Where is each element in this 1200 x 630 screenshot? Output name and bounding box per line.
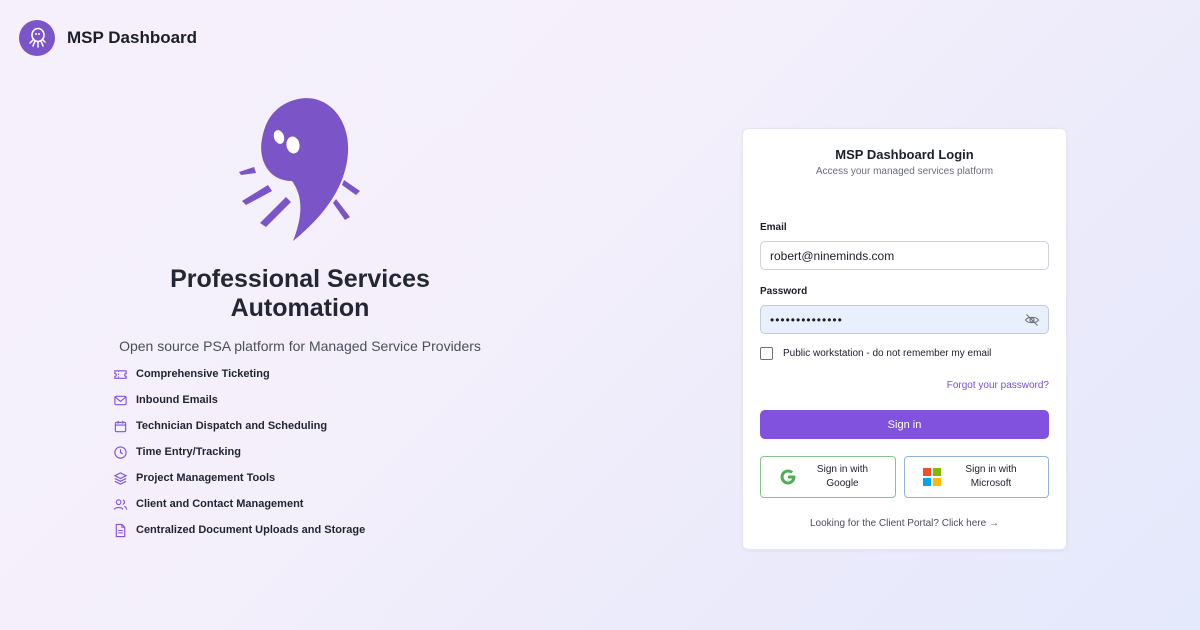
feature-label: Client and Contact Management xyxy=(136,498,304,510)
document-icon xyxy=(112,522,128,538)
feature-label: Centralized Document Uploads and Storage xyxy=(136,524,366,536)
feature-item: Centralized Document Uploads and Storage xyxy=(112,517,365,543)
microsoft-sign-in-button[interactable]: Sign in with Microsoft xyxy=(904,456,1049,498)
feature-item: Project Management Tools xyxy=(112,465,365,491)
hero-title-line2: Automation xyxy=(230,294,370,322)
password-label: Password xyxy=(760,286,808,297)
hero-subtitle: Open source PSA platform for Managed Ser… xyxy=(119,338,481,354)
feature-item: Technician Dispatch and Scheduling xyxy=(112,413,365,439)
octopus-logo-icon xyxy=(19,20,55,56)
feature-label: Technician Dispatch and Scheduling xyxy=(136,420,328,432)
google-sign-in-button[interactable]: Sign in with Google xyxy=(760,456,896,498)
eye-off-icon[interactable] xyxy=(1024,312,1040,328)
feature-label: Comprehensive Ticketing xyxy=(136,368,270,380)
login-title: MSP Dashboard Login xyxy=(835,147,974,162)
client-portal-link[interactable]: Looking for the Client Portal? Click her… xyxy=(743,518,1066,529)
clock-icon xyxy=(112,444,128,460)
google-icon xyxy=(778,467,798,487)
feature-label: Inbound Emails xyxy=(136,394,218,406)
feature-list: Comprehensive Ticketing Inbound Emails T… xyxy=(112,361,365,543)
google-sign-in-label: Sign in with Google xyxy=(798,463,895,491)
feature-item: Client and Contact Management xyxy=(112,491,365,517)
users-icon xyxy=(112,496,128,512)
feature-item: Inbound Emails xyxy=(112,387,365,413)
google-label-line2: Google xyxy=(826,478,859,489)
email-field[interactable]: robert@nineminds.com xyxy=(760,241,1049,270)
feature-item: Comprehensive Ticketing xyxy=(112,361,365,387)
password-value: •••••••••••••• xyxy=(770,312,843,327)
email-label: Email xyxy=(760,222,787,233)
microsoft-label-line2: Microsoft xyxy=(970,478,1012,489)
public-workstation-checkbox[interactable] xyxy=(760,347,773,360)
layers-icon xyxy=(112,470,128,486)
hero-title: Professional Services Automation xyxy=(100,265,500,323)
sign-in-button[interactable]: Sign in xyxy=(760,410,1049,439)
microsoft-label-line1: Sign in with xyxy=(965,464,1017,475)
public-workstation-label: Public workstation - do not remember my … xyxy=(783,348,992,359)
octopus-mascot-icon xyxy=(239,98,360,241)
feature-item: Time Entry/Tracking xyxy=(112,439,365,465)
feature-label: Project Management Tools xyxy=(136,472,276,484)
ticket-icon xyxy=(112,366,128,382)
feature-label: Time Entry/Tracking xyxy=(136,446,241,458)
forgot-password-link[interactable]: Forgot your password? xyxy=(947,380,1049,391)
microsoft-sign-in-label: Sign in with Microsoft xyxy=(942,463,1048,491)
microsoft-icon xyxy=(922,467,942,487)
brand-header: MSP Dashboard xyxy=(19,20,197,56)
calendar-icon xyxy=(112,418,128,434)
hero-title-line1: Professional Services xyxy=(170,265,430,293)
login-card: MSP Dashboard Login Access your managed … xyxy=(742,128,1067,550)
password-field[interactable]: •••••••••••••• xyxy=(760,305,1049,334)
login-subtitle: Access your managed services platform xyxy=(815,166,994,177)
mail-icon xyxy=(112,392,128,408)
brand-name: MSP Dashboard xyxy=(67,28,198,47)
google-label-line1: Sign in with xyxy=(816,464,869,475)
